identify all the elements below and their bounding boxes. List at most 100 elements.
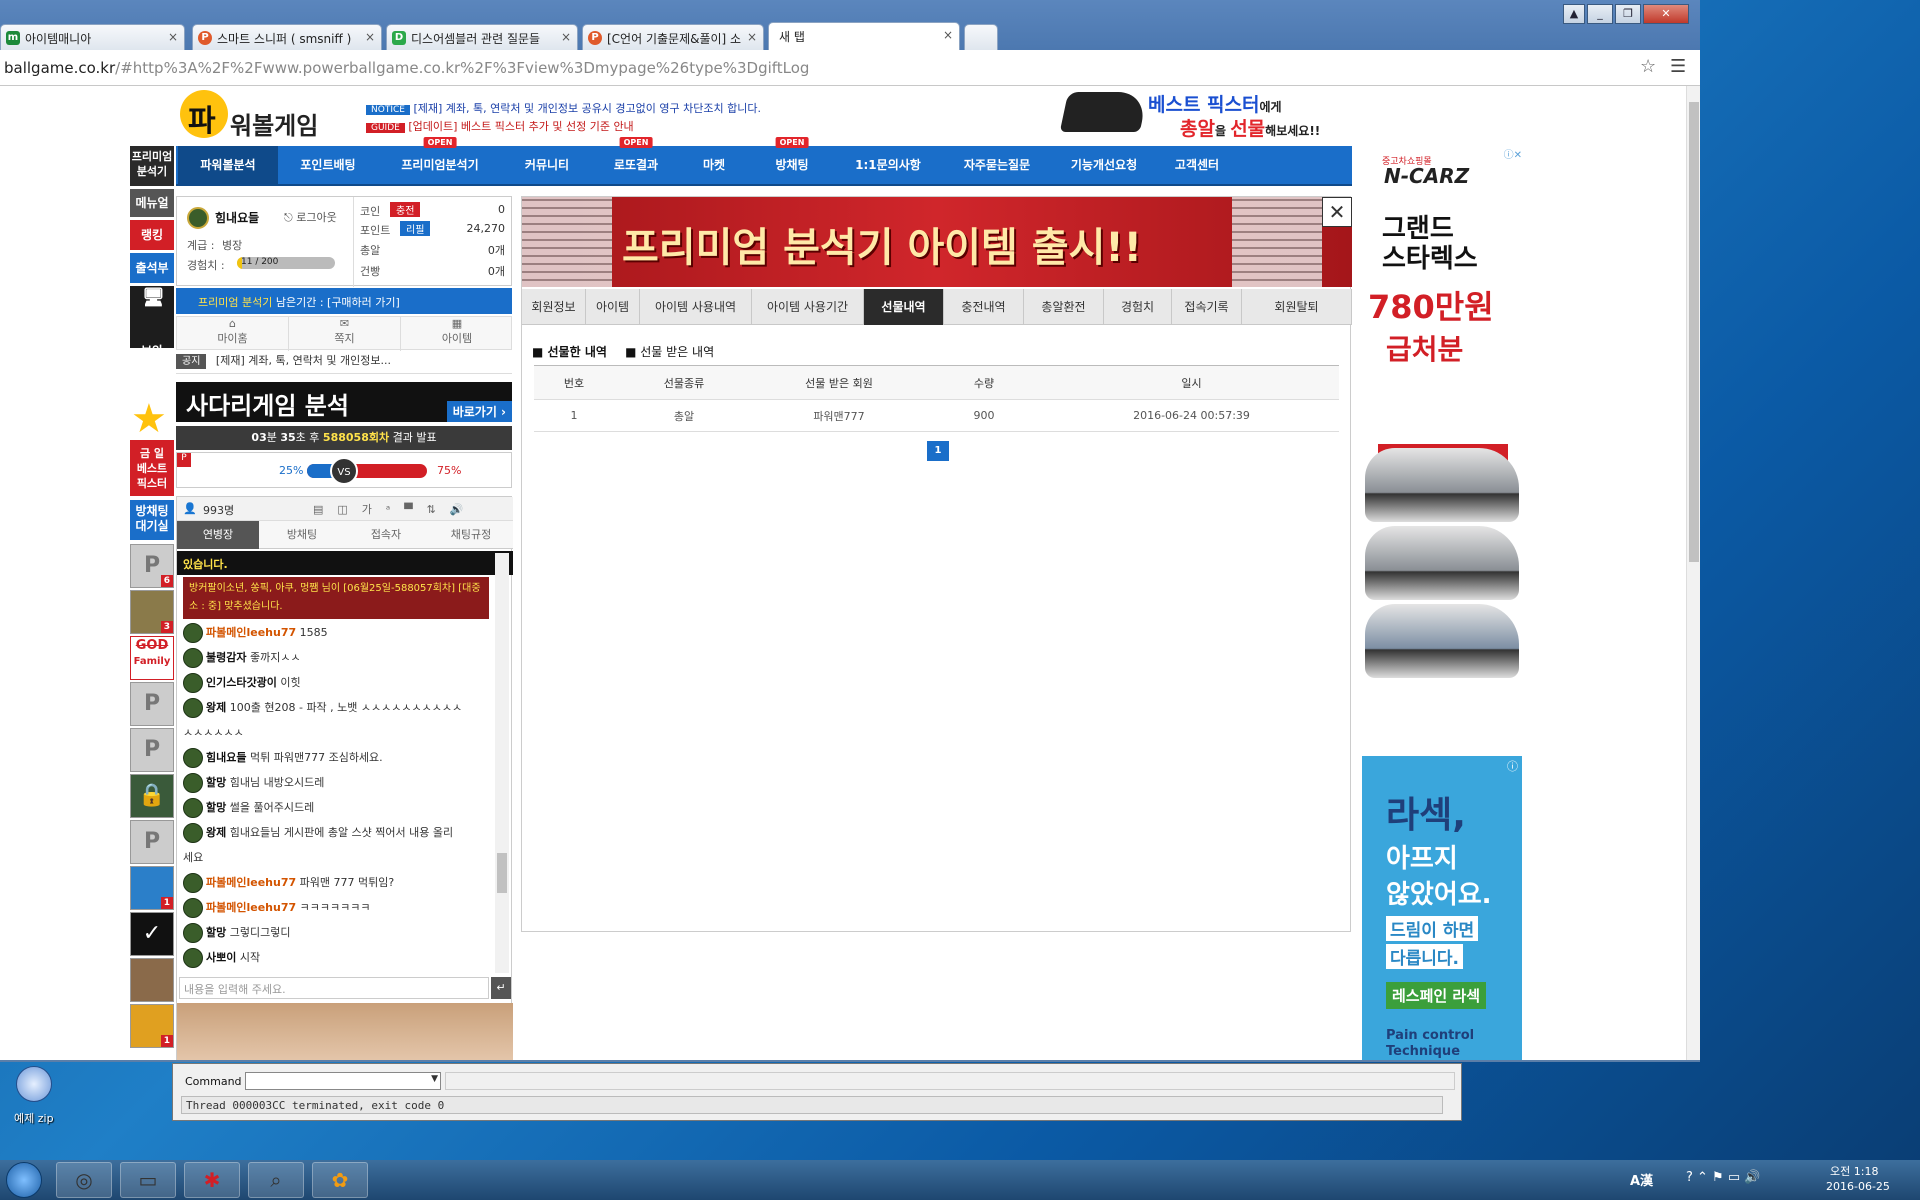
chat-scrollbar[interactable] (495, 553, 509, 973)
nav-item-9[interactable]: 기능개선요청 (1054, 146, 1154, 184)
maximize-button[interactable]: ❐ (1615, 4, 1641, 24)
start-button[interactable] (6, 1162, 42, 1198)
premium-promo-banner[interactable]: 프리미엄 분석기 아이템 출시!! ✕ (522, 197, 1352, 287)
chrome-taskbar-icon[interactable]: ◎ (56, 1162, 112, 1198)
send-icon[interactable]: ↵ (491, 977, 511, 999)
premium-remaining-bar[interactable]: 프리미엄 분석기 남은기간 : [구매하러 가기] (176, 288, 512, 314)
mypage-subtab-5[interactable]: 충전내역 (944, 289, 1024, 325)
search-app-taskbar-icon[interactable]: ⌕ (248, 1162, 304, 1198)
rail-best-pickster-button[interactable]: 금 일 베스트 픽스터 (130, 440, 174, 496)
pickster-avatar-6[interactable]: P (130, 820, 174, 864)
chat-nickname[interactable]: 할망 (206, 926, 226, 939)
browser-tab-1[interactable]: m 아이템매니아 × (0, 24, 185, 50)
command-input[interactable]: ▼ (245, 1072, 441, 1090)
close-tab-icon[interactable]: × (168, 30, 178, 44)
best-pickster-banner[interactable]: 베스트 픽스터에게 총알을 선물해보세요!! (1059, 86, 1350, 146)
chat-tool-icons[interactable]: ▤◫가ᵃ▀⇅🔊 (313, 501, 478, 517)
rail-premium-button[interactable]: 프리미엄 분석기 (130, 146, 174, 186)
pickster-avatar-1[interactable]: 3 (130, 590, 174, 634)
chat-tab-users[interactable]: 접속자 (345, 521, 427, 549)
chat-nickname[interactable]: 왕제 (206, 826, 226, 839)
pickster-avatar-2[interactable]: GOD Family (130, 636, 174, 680)
notice-ticker[interactable]: 공지 [제재] 계좌, 톡, 연락처 및 개인정보... (176, 352, 512, 374)
close-tab-icon[interactable]: × (561, 30, 571, 44)
mypage-subtab-1[interactable]: 아이템 (586, 289, 640, 325)
close-window-button[interactable]: ✕ (1643, 4, 1689, 24)
mypage-subtab-2[interactable]: 아이템 사용내역 (640, 289, 752, 325)
quick-myhome[interactable]: ⌂ 마이홈 (177, 317, 289, 351)
mypage-subtab-7[interactable]: 경험치 (1104, 289, 1172, 325)
chat-nickname[interactable]: 파볼메인leehu77 (206, 626, 296, 639)
pickster-avatar-8[interactable]: ✓ (130, 912, 174, 956)
window-restore-up-button[interactable]: ▲ (1563, 4, 1585, 24)
nav-item-8[interactable]: 자주묻는질문 (940, 146, 1054, 184)
pickster-avatar-4[interactable]: P (130, 728, 174, 772)
browser-tab-5[interactable]: 새 탭 × (768, 22, 960, 50)
rail-chat-waiting-button[interactable]: 방채팅 대기실 (130, 500, 174, 540)
chat-tab-room[interactable]: 방채팅 (261, 521, 343, 549)
pickster-avatar-0[interactable]: P6 (130, 544, 174, 588)
folder-taskbar-icon[interactable]: ▭ (120, 1162, 176, 1198)
charge-button[interactable]: 충전 (390, 202, 421, 217)
nav-item-4[interactable]: 로또결과 OPEN (592, 137, 680, 184)
guide-line[interactable]: GUIDE [업데이트] 베스트 픽스터 추가 및 선정 기준 안내 (366, 118, 634, 134)
close-tab-icon[interactable]: × (365, 30, 375, 44)
mypage-subtab-9[interactable]: 회원탈퇴 (1242, 289, 1352, 325)
nav-item-5[interactable]: 마켓 (680, 146, 748, 184)
nav-item-0[interactable]: 파워볼분석 (178, 146, 278, 184)
pickster-avatar-9[interactable] (130, 958, 174, 1002)
refill-button[interactable]: 리필 (400, 221, 431, 236)
desktop-zip-icon[interactable] (16, 1066, 56, 1110)
nav-item-7[interactable]: 1:1문의사항 (836, 146, 940, 184)
mypage-subtab-4[interactable]: 선물내역 (864, 289, 944, 325)
notice-line[interactable]: NOTICE [제재] 계좌, 톡, 연락처 및 개인정보 공유시 경고없이 영… (366, 100, 761, 116)
chat-nickname[interactable]: 파볼메인leehu77 (206, 901, 296, 914)
rail-ranking-button[interactable]: 랭킹 (130, 220, 174, 250)
pickster-avatar-7[interactable]: 1 (130, 866, 174, 910)
clock-time[interactable]: 오전 1:18 (1830, 1163, 1878, 1179)
ad-info-icon[interactable]: ⓘ (1507, 758, 1518, 774)
chat-nickname[interactable]: 파볼메인leehu77 (206, 876, 296, 889)
mypage-subtab-8[interactable]: 접속기록 (1172, 289, 1242, 325)
mypage-subtab-3[interactable]: 아이템 사용기간 (752, 289, 864, 325)
chat-tab-rules[interactable]: 채팅규정 (429, 521, 513, 549)
chat-nickname[interactable]: 인기스타갓광이 (206, 676, 277, 689)
flower-app-taskbar-icon[interactable]: ✿ (312, 1162, 368, 1198)
pickster-avatar-3[interactable]: P (130, 682, 174, 726)
pickster-avatar-10[interactable]: 1 (130, 1004, 174, 1048)
quick-message[interactable]: ✉ 쪽지 (289, 317, 401, 351)
pagination-page-1[interactable]: 1 (927, 441, 949, 461)
browser-tab-2[interactable]: P 스마트 스니퍼 ( smsniff ) × (192, 24, 382, 50)
van-images[interactable] (1365, 448, 1519, 678)
sent-gifts-link[interactable]: ■ 선물한 내역 (532, 345, 607, 359)
ad-image-bottom[interactable] (177, 1003, 513, 1060)
chat-nickname[interactable]: 할망 (206, 776, 226, 789)
nav-item-3[interactable]: 커뮤니티 (502, 146, 592, 184)
tray-icons[interactable]: ? ⌃ ⚑ ▭ 🔊 (1686, 1170, 1760, 1185)
ime-indicator[interactable]: A漢 (1630, 1170, 1653, 1189)
bookmark-star-icon[interactable]: ☆ (1640, 56, 1656, 77)
nav-item-6[interactable]: 방채팅 OPEN (748, 137, 836, 184)
close-icon[interactable]: ✕ (1322, 197, 1352, 227)
lasek-ad[interactable]: ⓘ 라섹, 아프지 않았어요. 드림이 하면 다릅니다. 레스페인 라섹 Pai… (1362, 756, 1522, 1060)
new-tab-button[interactable] (964, 24, 998, 50)
chat-tab-barracks[interactable]: 연병장 (177, 521, 259, 549)
mypage-subtab-0[interactable]: 회원정보 (522, 289, 586, 325)
app-red-taskbar-icon[interactable]: ✱ (184, 1162, 240, 1198)
nav-item-2[interactable]: 프리미엄분석기 OPEN (378, 137, 502, 184)
clock-date[interactable]: 2016-06-25 (1826, 1180, 1890, 1193)
nav-item-10[interactable]: 고객센터 (1154, 146, 1240, 184)
mypage-subtab-6[interactable]: 총알환전 (1024, 289, 1104, 325)
chevron-down-icon[interactable]: ▼ (431, 1074, 438, 1084)
browser-tab-4[interactable]: P [C언어 기출문제&풀이] 소 × (582, 24, 764, 50)
chat-nickname[interactable]: 힘내요들 (206, 751, 246, 764)
close-tab-icon[interactable]: × (943, 28, 953, 42)
close-tab-icon[interactable]: × (747, 30, 757, 44)
pickster-avatar-5[interactable]: 🔒 (130, 774, 174, 818)
chat-nickname[interactable]: 왕제 (206, 701, 226, 714)
page-scrollbar[interactable] (1686, 86, 1700, 1060)
chat-nickname[interactable]: 할망 (206, 801, 226, 814)
rail-secure-button[interactable]: 🖥 보안 접속 (130, 286, 174, 373)
address-bar[interactable]: ballgame.co.kr/#http%3A%2F%2Fwww.powerba… (0, 50, 1700, 86)
quick-item[interactable]: ▦ 아이템 (401, 317, 513, 351)
